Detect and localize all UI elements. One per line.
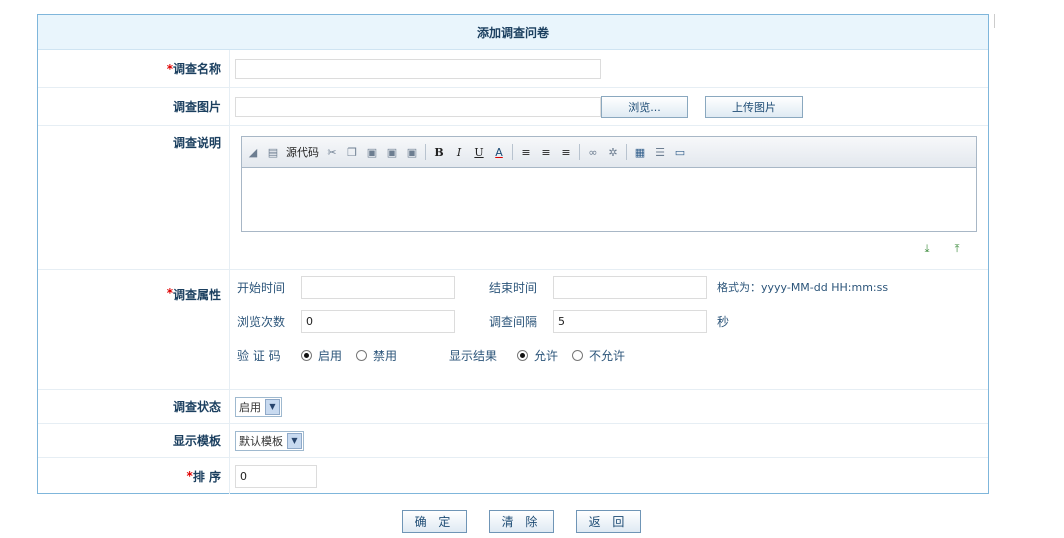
template-select[interactable]: 默认模板 ▼ xyxy=(235,430,304,451)
end-time-label: 结束时间 xyxy=(489,280,538,295)
row-order: * 排 序 xyxy=(38,458,988,494)
toolbar-separator xyxy=(512,144,513,160)
captcha-disable-radio[interactable] xyxy=(356,349,368,361)
rich-text-editor: ◢ ▤ 源代码 ✂ ❐ ▣ ▣ ▣ B I U A ≡ ≡ ≡ ∞ ✲ ▦ ☰ … xyxy=(241,136,977,232)
align-center-icon[interactable]: ≡ xyxy=(539,145,553,159)
toolbar-separator xyxy=(579,144,580,160)
clear-button[interactable]: 清 除 xyxy=(489,510,554,533)
row-name: * 调查名称 xyxy=(38,50,988,88)
cut-icon[interactable]: ✂ xyxy=(325,145,339,159)
captcha-label: 验 证 码 xyxy=(237,348,281,363)
toolbar-separator xyxy=(425,144,426,160)
paste-icon[interactable]: ▣ xyxy=(365,145,379,159)
interval-unit: 秒 xyxy=(717,314,730,329)
status-select-value: 启用 xyxy=(239,400,261,414)
underline-icon[interactable]: U xyxy=(472,145,486,159)
views-input[interactable] xyxy=(301,309,455,333)
collapse-toolbar-icon[interactable]: ◢ xyxy=(246,145,260,159)
label-template: 显示模板 xyxy=(38,424,230,457)
end-time-input[interactable] xyxy=(553,275,707,299)
chevron-down-icon: ▼ xyxy=(287,432,302,449)
copy-icon[interactable]: ❐ xyxy=(345,145,359,159)
source-icon[interactable]: ▤ xyxy=(266,145,280,159)
font-color-icon[interactable]: A xyxy=(492,145,506,159)
italic-icon[interactable]: I xyxy=(452,145,466,159)
label-name: * 调查名称 xyxy=(38,50,230,87)
label-description: 调查说明 xyxy=(38,126,230,269)
expand-editor-icon[interactable]: ⤓ xyxy=(920,242,934,256)
time-format-hint: 格式为：yyyy-MM-dd HH:mm:ss xyxy=(717,281,889,294)
result-deny-label: 不允许 xyxy=(589,348,626,363)
template-select-value: 默认模板 xyxy=(239,434,283,448)
upload-image-button[interactable]: 上传图片 xyxy=(705,95,803,118)
list-icon[interactable]: ☰ xyxy=(653,145,667,159)
chevron-down-icon: ▼ xyxy=(265,398,280,415)
show-result-label: 显示结果 xyxy=(449,348,498,363)
interval-input[interactable] xyxy=(553,309,707,333)
toolbar-separator xyxy=(626,144,627,160)
row-template: 显示模板 默认模板 ▼ xyxy=(38,424,988,458)
label-image: 调查图片 xyxy=(38,88,230,125)
row-description: 调查说明 ◢ ▤ 源代码 ✂ ❐ ▣ ▣ ▣ B I U A ≡ ≡ ≡ ∞ ✲… xyxy=(38,126,988,270)
row-properties: * 调查属性 开始时间 结束时间 格式为：yyyy-MM-dd HH:mm:ss… xyxy=(38,270,988,390)
order-input[interactable] xyxy=(235,464,317,488)
captcha-enable-radio[interactable] xyxy=(301,349,312,361)
survey-image-path-input[interactable] xyxy=(235,96,601,117)
start-time-label: 开始时间 xyxy=(237,280,286,295)
bold-icon[interactable]: B xyxy=(432,145,446,159)
paste-word-icon[interactable]: ▣ xyxy=(405,145,419,159)
captcha-disable-label: 禁用 xyxy=(373,348,398,363)
interval-label: 调查间隔 xyxy=(489,314,538,329)
browse-button[interactable]: 浏览... xyxy=(601,95,688,118)
row-image: 调查图片 浏览... 上传图片 xyxy=(38,88,988,126)
page-edge-line xyxy=(994,14,995,28)
captcha-enable-label: 启用 xyxy=(318,348,343,363)
confirm-button[interactable]: 确 定 xyxy=(402,510,467,533)
survey-form: 添加调查问卷 * 调查名称 调查图片 浏览... 上传图片 调查说明 ◢ ▤ 源… xyxy=(37,14,989,494)
views-label: 浏览次数 xyxy=(237,314,286,329)
result-deny-radio[interactable] xyxy=(572,349,584,361)
row-status: 调查状态 启用 ▼ xyxy=(38,390,988,424)
start-time-input[interactable] xyxy=(301,275,455,299)
form-title: 添加调查问卷 xyxy=(38,15,988,50)
back-button[interactable]: 返 回 xyxy=(576,510,641,533)
properties-grid: 开始时间 结束时间 格式为：yyyy-MM-dd HH:mm:ss 浏览次数 调… xyxy=(237,270,888,372)
result-allow-label: 允许 xyxy=(534,348,559,363)
paste-text-icon[interactable]: ▣ xyxy=(385,145,399,159)
unlink-icon[interactable]: ✲ xyxy=(606,145,620,159)
shrink-editor-icon[interactable]: ⤒ xyxy=(950,242,964,256)
label-order: * 排 序 xyxy=(38,458,230,494)
label-properties: * 调查属性 xyxy=(38,270,230,389)
label-status: 调查状态 xyxy=(38,390,230,423)
editor-content-area[interactable] xyxy=(242,168,976,231)
table-icon[interactable]: ▦ xyxy=(633,145,647,159)
survey-name-input[interactable] xyxy=(235,58,601,79)
editor-toolbar: ◢ ▤ 源代码 ✂ ❐ ▣ ▣ ▣ B I U A ≡ ≡ ≡ ∞ ✲ ▦ ☰ … xyxy=(242,137,976,168)
align-left-icon[interactable]: ≡ xyxy=(519,145,533,159)
result-allow-radio[interactable] xyxy=(517,349,529,361)
maximize-icon[interactable]: ▭ xyxy=(673,145,687,159)
form-actions: 确 定 清 除 返 回 xyxy=(402,510,641,533)
source-button-label[interactable]: 源代码 xyxy=(286,144,319,160)
link-icon[interactable]: ∞ xyxy=(586,145,600,159)
align-right-icon[interactable]: ≡ xyxy=(559,145,573,159)
status-select[interactable]: 启用 ▼ xyxy=(235,396,282,417)
